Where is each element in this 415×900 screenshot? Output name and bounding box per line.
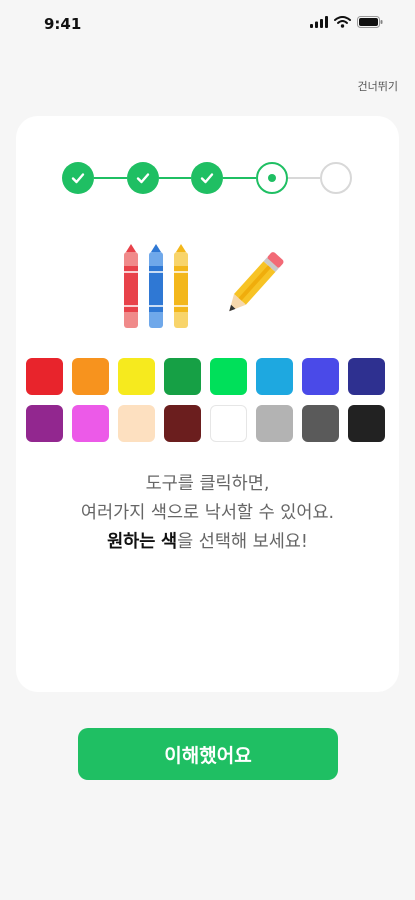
status-bar: 9:41 [0,0,415,48]
instruction-line-2: 여러가지 색으로 낙서할 수 있어요. [80,503,335,523]
cellular-signal-icon [310,16,328,28]
step-2-done [126,162,159,194]
color-swatch[interactable] [164,358,201,395]
crayon-yellow-icon [174,244,188,328]
check-icon [136,173,149,184]
color-swatch[interactable] [26,358,63,395]
step-connector [158,177,191,179]
battery-icon [357,16,383,28]
understood-button[interactable]: 이해했어요 [78,728,338,780]
step-connector [94,177,127,179]
color-swatch[interactable] [164,405,201,442]
drawing-tools-illustration [124,244,284,328]
color-swatch[interactable] [26,405,63,442]
status-time: 9:41 [44,15,82,33]
instruction-text: 도구를 클릭하면, 여러가지 색으로 낙서할 수 있어요. 원하는 색을 선택해… [16,470,399,557]
color-swatch[interactable] [302,405,339,442]
color-swatch[interactable] [72,405,109,442]
progress-stepper [62,162,352,194]
color-swatch[interactable] [72,358,109,395]
pencil-icon [229,252,284,312]
color-swatch[interactable] [348,358,385,395]
check-icon [71,173,85,184]
step-4-current [255,162,288,194]
step-connector [287,177,320,179]
color-swatch[interactable] [210,358,247,395]
step-1-done [62,162,94,194]
color-palette [26,358,390,442]
instruction-line-1: 도구를 클릭하면, [145,474,270,494]
status-icons [310,16,383,28]
color-swatch[interactable] [348,405,385,442]
instruction-emphasis-2: 색 [160,532,178,552]
step-connector [223,177,256,179]
wifi-icon [334,16,351,28]
skip-button[interactable]: 건너뛰기 [358,78,398,94]
crayon-blue-icon [149,244,163,328]
color-swatch[interactable] [210,405,247,442]
color-swatch[interactable] [256,405,293,442]
instruction-emphasis-1: 원하는 [107,532,156,552]
instruction-line-3-rest: 을 선택해 보세요! [177,532,308,552]
color-swatch[interactable] [118,358,155,395]
color-swatch[interactable] [256,358,293,395]
check-icon [200,173,214,184]
step-5-todo [320,162,352,194]
color-swatch[interactable] [302,358,339,395]
crayon-red-icon [124,244,138,328]
current-step-dot [267,174,276,182]
color-swatch[interactable] [118,405,155,442]
instruction-line-3: 원하는 색을 선택해 보세요! [16,528,399,557]
step-3-done [191,162,223,194]
